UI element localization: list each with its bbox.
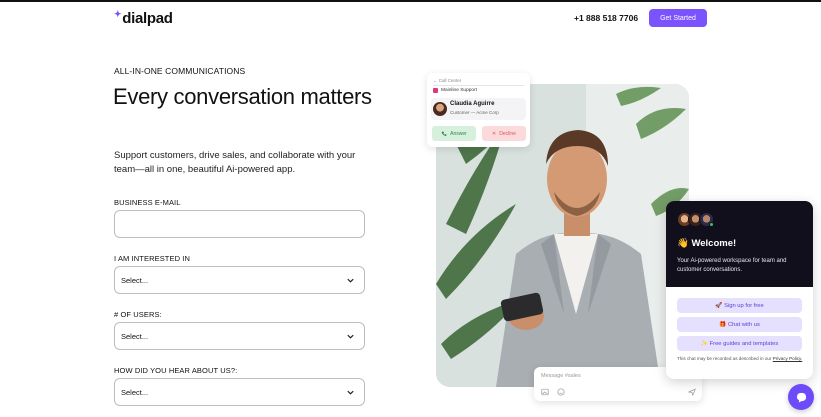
eyebrow-text: ALL-IN-ONE COMMUNICATIONS <box>114 66 246 76</box>
image-icon[interactable] <box>541 388 549 396</box>
queue-tag: Mainline Support <box>433 88 477 93</box>
online-status-icon <box>709 222 714 227</box>
caller-role: Customer — Acme Corp <box>450 110 499 115</box>
incoming-call-card: ← Call Center Mainline Support Claudia A… <box>427 73 530 147</box>
top-border <box>0 0 821 2</box>
business-email-input[interactable] <box>114 210 365 238</box>
queue-color-icon <box>433 88 438 93</box>
spark-icon: ✦ <box>114 9 122 19</box>
privacy-note-text: This chat may be recorded as described i… <box>677 356 772 361</box>
users-select[interactable]: Select... <box>114 322 365 350</box>
interest-label: I AM INTERESTED IN <box>114 254 190 263</box>
chat-with-us-button[interactable]: 🎁 Chat with us <box>677 317 802 332</box>
chat-bubble-icon <box>796 392 806 403</box>
avatar <box>699 212 714 227</box>
logo-text: dialpad <box>122 10 173 27</box>
hero-subtitle: Support customers, drive sales, and coll… <box>114 150 356 175</box>
queue-label: Mainline Support <box>441 88 477 93</box>
chat-widget: 👋 Welcome! Your Ai-powered workspace for… <box>666 201 813 379</box>
answer-label: Answer <box>450 130 467 137</box>
email-label: BUSINESS E-MAIL <box>114 198 181 207</box>
chevron-down-icon <box>347 278 354 283</box>
interest-select[interactable]: Select... <box>114 266 365 294</box>
answer-button[interactable]: Answer <box>432 126 476 141</box>
phone-link[interactable]: +1 888 518 7706 <box>574 13 638 23</box>
send-icon[interactable] <box>688 388 696 396</box>
emoji-icon[interactable] <box>557 388 565 396</box>
chat-header: 👋 Welcome! Your Ai-powered workspace for… <box>666 201 813 287</box>
source-label: HOW DID YOU HEAR ABOUT US?: <box>114 366 238 375</box>
dialpad-logo[interactable]: ✦ dialpad <box>114 9 173 27</box>
call-center-header: ← Call Center <box>433 78 462 83</box>
message-input[interactable]: Message #sales <box>541 373 581 379</box>
users-label: # OF USERS: <box>114 310 162 319</box>
privacy-policy-link[interactable]: Privacy Policy. <box>773 356 803 361</box>
free-guides-button[interactable]: ✨ Free guides and templates <box>677 336 802 351</box>
users-select-value: Select... <box>121 331 149 341</box>
decline-label: Decline <box>499 130 516 137</box>
privacy-note: This chat may be recorded as described i… <box>677 355 803 362</box>
caller-name: Claudia Aguirre <box>450 101 495 107</box>
page-title: Every conversation matters <box>113 84 372 109</box>
divider <box>433 85 524 86</box>
chat-launcher-button[interactable] <box>788 384 814 410</box>
chevron-down-icon <box>347 334 354 339</box>
chat-description: Your Ai-powered workspace for team and c… <box>677 258 787 273</box>
call-center-label: Call Center <box>438 78 462 83</box>
avatar <box>433 102 447 116</box>
caller-info: Claudia Aguirre Customer — Acme Corp <box>431 98 526 120</box>
source-select-value: Select... <box>121 387 149 397</box>
sign-up-button[interactable]: 🚀 Sign up for free <box>677 298 802 313</box>
close-icon: ✕ <box>492 130 497 137</box>
source-select[interactable]: Select... <box>114 378 365 406</box>
phone-icon <box>441 131 447 136</box>
chevron-down-icon <box>347 390 354 395</box>
chat-welcome-title: 👋 Welcome! <box>677 238 737 249</box>
agent-avatars <box>677 212 714 227</box>
get-started-button[interactable]: Get Started <box>649 9 707 27</box>
decline-button[interactable]: ✕ Decline <box>482 126 526 141</box>
interest-select-value: Select... <box>121 275 149 285</box>
